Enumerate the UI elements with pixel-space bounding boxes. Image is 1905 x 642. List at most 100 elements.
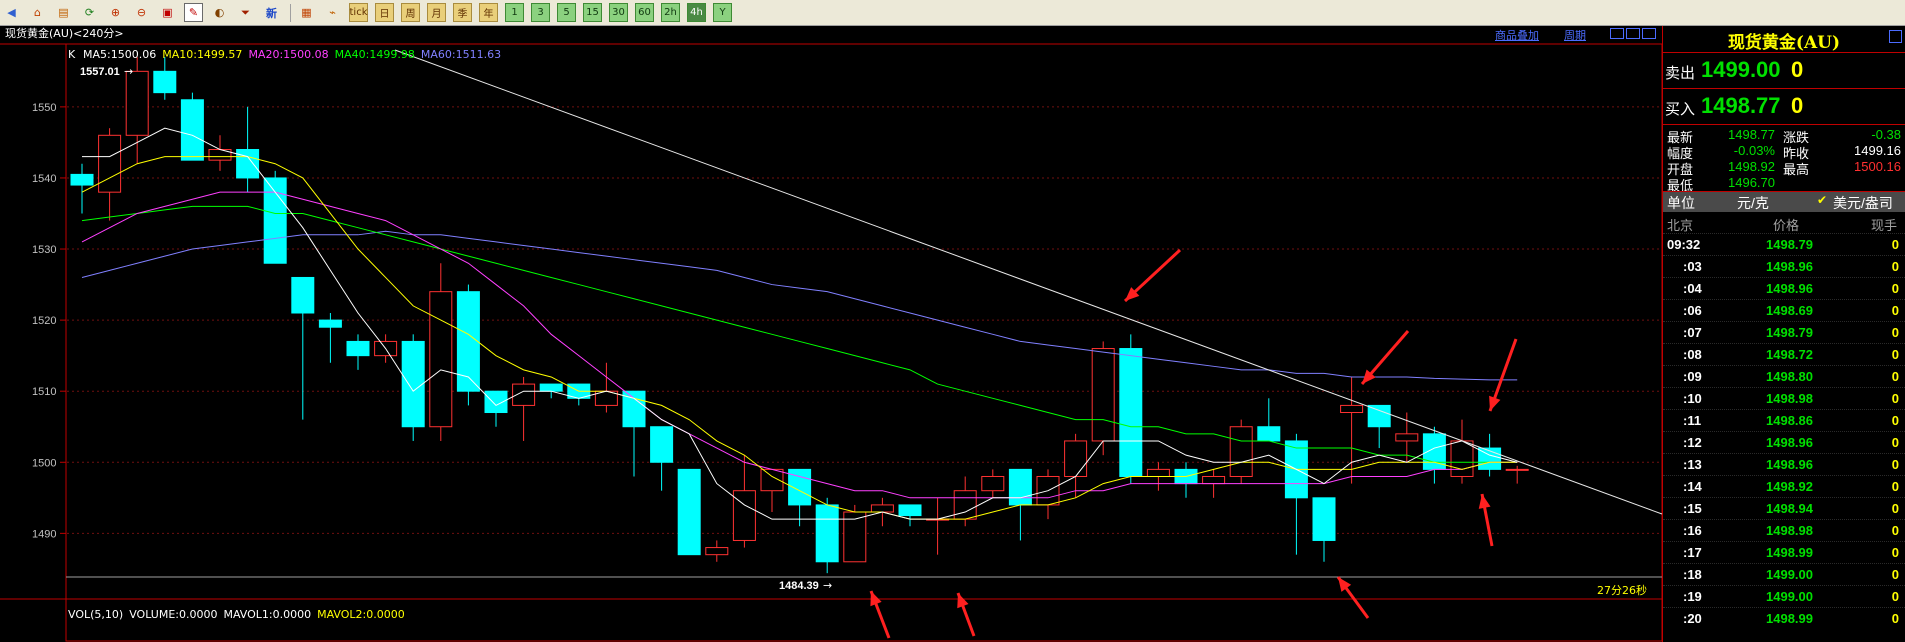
unit-alt-option[interactable]: 美元/盎司 [1833, 193, 1893, 213]
period-button-10[interactable]: 30 [609, 3, 628, 22]
divider [1663, 52, 1905, 53]
unit-row: 单位 元/克 ✔ 美元/盎司 [1663, 192, 1905, 212]
unit-label: 单位 [1667, 195, 1695, 211]
tick-volume: 0 [1891, 435, 1899, 450]
annotation-arrowhead [1478, 494, 1491, 509]
y-tick-label: 1540 [32, 173, 56, 185]
candle-body [1340, 404, 1364, 414]
stat-value: 1498.92 [1728, 159, 1775, 174]
buy-label: 买入 [1665, 101, 1696, 118]
tick-row: :03 1498.96 0 [1663, 255, 1905, 278]
order-icon[interactable]: ▤ [54, 3, 73, 22]
candle-body [456, 291, 480, 392]
candle-body [153, 70, 177, 94]
maximize-icon[interactable] [1626, 28, 1640, 39]
restore-icon[interactable] [1610, 28, 1624, 39]
tick-time: :10 [1683, 391, 1702, 406]
tick-price: 1498.94 [1766, 501, 1813, 516]
period-button-0[interactable]: tick [349, 3, 368, 22]
panel-title: 现货黄金(AU) [1727, 33, 1841, 53]
period-button-9[interactable]: 15 [583, 3, 602, 22]
tick-row: :13 1498.96 0 [1663, 453, 1905, 476]
tick-volume: 0 [1891, 501, 1899, 516]
period-button-13[interactable]: 4h [687, 3, 706, 22]
refresh-icon[interactable]: ⟳ [80, 3, 99, 22]
tick-volume: 0 [1891, 457, 1899, 472]
tick-volume: 0 [1891, 303, 1899, 318]
candle-body [1257, 426, 1281, 442]
chart-title: 现货黄金(AU)<240分> [5, 27, 124, 40]
candle-body [1367, 404, 1391, 428]
period-button-1[interactable]: 日 [375, 3, 394, 22]
candle-body [98, 134, 122, 193]
chart-icon[interactable]: ⌁ [323, 3, 342, 22]
candle-body [981, 475, 1005, 492]
period-button-11[interactable]: 60 [635, 3, 654, 22]
period-button-2[interactable]: 周 [401, 3, 420, 22]
tick-price: 1499.00 [1766, 589, 1813, 604]
y-tick-label: 1550 [32, 102, 56, 114]
kline-chart-area[interactable]: 1550 1540 1530 1520 1510 1500 1490 1557.01 → 1484… [0, 26, 1663, 642]
overlay-link[interactable]: 商品叠加 [1495, 27, 1539, 43]
new-button[interactable]: 新 [262, 3, 281, 22]
ma-legend: MA5:1500.06 MA10:1499.57 MA20:1500.08 MA40:… [83, 48, 507, 61]
back-icon[interactable]: ◀ [2, 3, 21, 22]
candle-body [429, 291, 453, 428]
panel-expand-icon[interactable] [1889, 30, 1902, 43]
candle-body [1119, 348, 1143, 477]
candle-body [650, 426, 674, 463]
chart-window-buttons[interactable] [1610, 28, 1660, 40]
window-icon[interactable]: ▣ [158, 3, 177, 22]
candle-body [1505, 468, 1529, 471]
quote-panel: 现货黄金(AU) 卖出 1499.00 0 买入 1498.77 0 最新 149… [1663, 26, 1905, 642]
tick-time: :19 [1683, 589, 1702, 604]
tick-time: :14 [1683, 479, 1702, 494]
kline-chart-svg[interactable]: 1550 1540 1530 1520 1510 1500 1490 1557.01 → 1484… [0, 26, 1663, 642]
stat-row: 幅度 -0.03% 昨收 1499.16 [1663, 143, 1905, 161]
ma-label-2: MA20:1500.08 [248, 48, 329, 61]
tick-time: :07 [1683, 325, 1702, 340]
stat-row: 最低 1496.70 [1663, 175, 1905, 193]
candle-body [1008, 468, 1032, 506]
home-icon[interactable]: ⌂ [28, 3, 47, 22]
period-button-12[interactable]: 2h [661, 3, 680, 22]
tick-price: 1498.99 [1766, 611, 1813, 626]
ma-label-1: MA10:1499.57 [162, 48, 243, 61]
candle-body [263, 177, 287, 264]
zoom-in-icon[interactable]: ⊕ [106, 3, 125, 22]
tick-time: :11 [1683, 413, 1702, 428]
high-arrow: → [124, 65, 133, 78]
candle-body [346, 340, 370, 357]
close-icon[interactable] [1642, 28, 1656, 39]
period-button-4[interactable]: 季 [453, 3, 472, 22]
tick-volume: 0 [1891, 391, 1899, 406]
candle-body [1091, 348, 1115, 442]
zoom-out-icon[interactable]: ⊖ [132, 3, 151, 22]
k-label: K [68, 48, 76, 61]
period-button-8[interactable]: 5 [557, 3, 576, 22]
period-button-5[interactable]: 年 [479, 3, 498, 22]
draw-icon[interactable]: ✎ [184, 3, 203, 22]
tick-price: 1498.80 [1766, 369, 1813, 384]
tick-row: :11 1498.86 0 [1663, 409, 1905, 432]
tick-row: :07 1498.79 0 [1663, 321, 1905, 344]
tick-row: :15 1498.94 0 [1663, 497, 1905, 520]
countdown-label: 27分26秒 [1597, 584, 1647, 597]
period-button-3[interactable]: 月 [427, 3, 446, 22]
period-button-6[interactable]: 1 [505, 3, 524, 22]
tick-price: 1498.79 [1766, 325, 1813, 340]
tick-volume: 0 [1891, 347, 1899, 362]
volume-indicator-label: VOL(5,10) [68, 608, 124, 621]
tick-volume: 0 [1891, 369, 1899, 384]
theme-icon[interactable]: ◐ [210, 3, 229, 22]
filter-icon[interactable]: ⏷ [236, 3, 255, 22]
candle-body [1202, 475, 1226, 485]
period-button-14[interactable]: Y [713, 3, 732, 22]
period-link[interactable]: 周期 [1564, 27, 1586, 43]
period-button-7[interactable]: 3 [531, 3, 550, 22]
table-icon[interactable]: ▦ [297, 3, 316, 22]
unit-value-option[interactable]: 元/克 [1737, 193, 1769, 213]
candle-body [1312, 497, 1336, 541]
tick-header-price: 价格 [1773, 218, 1800, 233]
tick-time: :03 [1683, 259, 1702, 274]
